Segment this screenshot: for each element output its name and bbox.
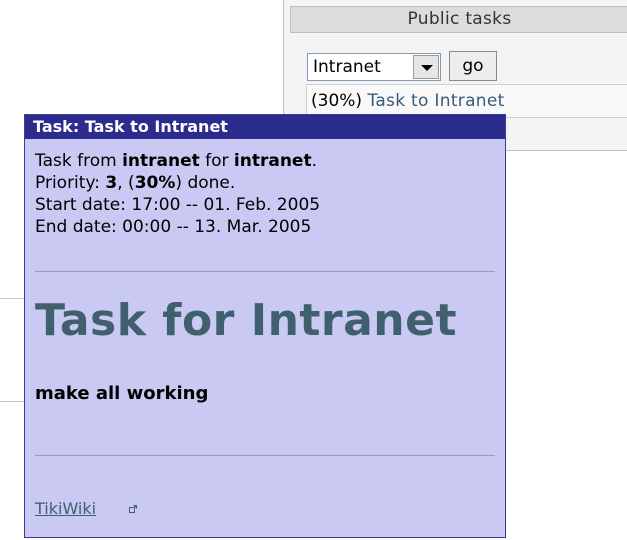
task-from: intranet — [122, 151, 200, 171]
task-from-line: Task from intranet for intranet. — [35, 150, 320, 172]
popup-header: Task: Task to Intranet — [25, 115, 505, 139]
divider — [35, 271, 495, 272]
text: for — [199, 151, 234, 171]
text: , ( — [117, 173, 135, 193]
public-tasks-title: Public tasks — [290, 6, 627, 33]
project-select-value: Intranet — [313, 57, 381, 77]
task-info: Task from intranet for intranet. Priorit… — [35, 150, 320, 238]
task-description: make all working — [35, 383, 209, 404]
background-divider — [0, 298, 24, 299]
text: ) done. — [175, 173, 236, 193]
background-divider — [0, 401, 24, 402]
end-date: End date: 00:00 -- 13. Mar. 2005 — [35, 217, 312, 237]
task-popup: Task: Task to Intranet Task from intrane… — [24, 114, 506, 538]
text: Priority: — [35, 173, 106, 193]
start-date: Start date: 17:00 -- 01. Feb. 2005 — [35, 195, 321, 215]
text: Task from — [35, 151, 123, 171]
go-button[interactable]: go — [449, 51, 497, 81]
task-for: intranet — [233, 151, 312, 171]
project-select[interactable]: Intranet — [307, 53, 441, 81]
priority-line: Priority: 3, (30%) done. — [35, 172, 320, 194]
task-list-item[interactable]: (30%) Task to Intranet — [306, 84, 627, 118]
task-link[interactable]: Task to Intranet — [367, 91, 504, 111]
dropdown-arrow-icon[interactable] — [413, 55, 439, 79]
tikiwiki-link[interactable]: TikiWiki — [35, 499, 96, 518]
percent-value: 30% — [134, 173, 176, 193]
external-link-icon — [129, 505, 137, 513]
divider — [35, 455, 495, 456]
task-title: Task for Intranet — [35, 295, 458, 346]
task-percent: (30%) — [311, 91, 363, 111]
priority-value: 3 — [105, 173, 118, 193]
text: . — [311, 151, 317, 171]
